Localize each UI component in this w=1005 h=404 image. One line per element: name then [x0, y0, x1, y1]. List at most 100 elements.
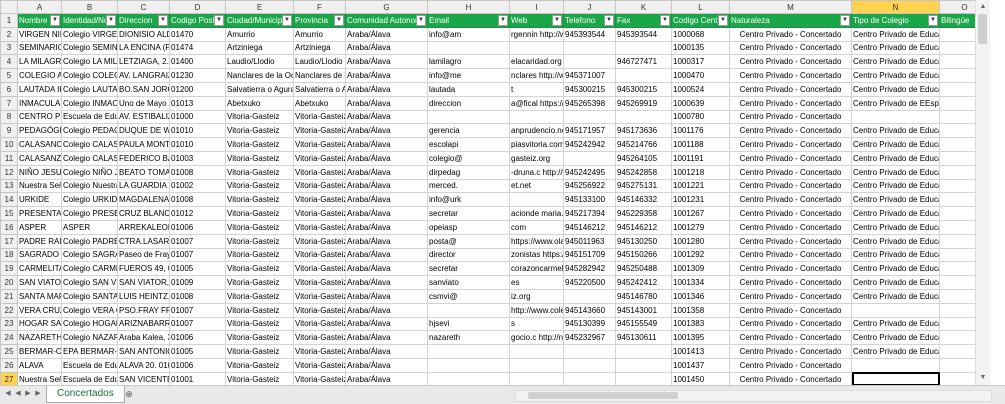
table-cell[interactable]: Uno de Mayo P	[117, 95, 170, 111]
table-cell[interactable]: 1001395	[671, 330, 730, 346]
header-cell-a[interactable]: Nombre ▼	[17, 13, 62, 28]
table-cell[interactable]: secretar	[427, 261, 510, 277]
table-cell[interactable]: Vitoria-Gasteiz	[225, 261, 294, 277]
table-cell[interactable]: Vitoria-Gasteiz	[225, 302, 294, 318]
column-header-l[interactable]: L	[671, 0, 730, 14]
table-cell[interactable]: LUIS HEINTZ, 5	[117, 288, 170, 304]
table-cell[interactable]: 01008	[169, 288, 226, 304]
table-cell[interactable]: PRESENTACION	[17, 206, 62, 221]
table-cell[interactable]: Centro Privado de Educació	[851, 40, 940, 56]
row-number[interactable]: 12	[0, 164, 18, 180]
table-cell[interactable]: 01006	[169, 357, 226, 373]
table-cell[interactable]: 945146332	[615, 192, 672, 208]
table-cell[interactable]: Colegio LAUTADA I	[61, 81, 118, 97]
table-cell[interactable]: 945256922	[563, 178, 616, 194]
add-sheet-icon[interactable]: ⊕	[122, 388, 136, 400]
table-cell[interactable]: Escuela de Educaci	[61, 357, 118, 373]
filter-dropdown-icon[interactable]: ▼	[106, 15, 116, 26]
table-cell[interactable]: 1000135	[671, 40, 730, 56]
table-cell[interactable]: SEMINARIO MAYOR	[17, 40, 62, 56]
table-cell[interactable]: ALAVA	[17, 357, 62, 373]
table-cell[interactable]: 945011963	[563, 233, 616, 249]
table-cell[interactable]: PEDAGÓGICA	[17, 123, 62, 139]
table-cell[interactable]: 01013	[169, 95, 226, 111]
table-cell[interactable]: Vitoria-Gasteiz	[225, 164, 294, 180]
table-cell[interactable]: elacaridad.org	[509, 54, 564, 70]
table-cell[interactable]: Vitoria-Gasteiz	[225, 357, 294, 373]
table-cell[interactable]: Vitoria-Gasteiz	[293, 302, 346, 318]
table-cell[interactable]: 945130250	[615, 233, 672, 249]
table-cell[interactable]: SAGRADO CORAZON	[17, 247, 62, 263]
prev-sheet-icon[interactable]: ◀	[14, 389, 22, 399]
table-cell[interactable]: piasvitoria.com	[509, 137, 564, 152]
table-cell[interactable]: hjsevi	[427, 316, 510, 332]
table-cell[interactable]: Araba/Álava	[345, 81, 428, 97]
table-cell[interactable]	[563, 109, 616, 125]
table-cell[interactable]: 1000317	[671, 54, 730, 70]
table-cell[interactable]: Nuestra Señora	[17, 178, 62, 194]
table-cell[interactable]: Araba/Álava	[345, 288, 428, 304]
table-cell[interactable]: Colegio PEDAGÓGI	[61, 123, 118, 139]
table-cell[interactable]: 945371007	[563, 68, 616, 83]
table-cell[interactable]: 1000639	[671, 95, 730, 111]
select-all-corner[interactable]	[0, 0, 18, 14]
table-cell[interactable]: -druna.c http://www.njes	[509, 164, 564, 180]
table-cell[interactable]: Centro Privado - Concertado	[729, 247, 852, 263]
row-number[interactable]: 21	[0, 288, 18, 304]
table-cell[interactable]	[851, 109, 940, 125]
table-cell[interactable]: Centro Privado - Concertado	[729, 302, 852, 318]
column-header-b[interactable]: B	[61, 0, 118, 14]
table-cell[interactable]: 945242942	[563, 137, 616, 152]
table-cell[interactable]: et.net	[509, 178, 564, 194]
table-cell[interactable]	[509, 40, 564, 56]
table-cell[interactable]: Araba/Álava	[345, 219, 428, 235]
table-cell[interactable]: csmvi@	[427, 288, 510, 304]
column-header-c[interactable]: C	[117, 0, 170, 14]
filter-dropdown-icon[interactable]: ▼	[282, 15, 292, 26]
table-cell[interactable]: Centro Privado - Concertado	[729, 219, 852, 235]
table-cell[interactable]: Vitoria-Gasteiz	[293, 357, 346, 373]
table-cell[interactable]: Centro Privado - Concertado	[729, 137, 852, 152]
table-cell[interactable]: AV. ESTIBALIZ	[117, 109, 170, 125]
table-cell[interactable]: Araba/Álava	[345, 330, 428, 346]
header-cell-b[interactable]: Identidad/Nombre▼	[61, 13, 118, 28]
table-cell[interactable]: 945146212	[563, 219, 616, 235]
table-cell[interactable]: Vitoria-Gasteiz	[225, 219, 294, 235]
table-cell[interactable]: Vitoria-Gasteiz	[293, 192, 346, 208]
row-number[interactable]: 8	[0, 109, 18, 125]
scroll-up-icon[interactable]: ▲	[978, 2, 988, 12]
table-cell[interactable]	[563, 371, 616, 385]
table-cell[interactable]: anprudencio.net	[509, 123, 564, 139]
table-cell[interactable]	[851, 371, 940, 385]
table-cell[interactable]: 01002	[169, 178, 226, 194]
table-cell[interactable]: 1001346	[671, 288, 730, 304]
table-cell[interactable]: lautada	[427, 81, 510, 97]
table-cell[interactable]: 945171957	[563, 123, 616, 139]
table-cell[interactable]: Vitoria-Gasteiz	[293, 247, 346, 263]
table-cell[interactable]: Araba/Álava	[345, 109, 428, 125]
table-cell[interactable]: 1001176	[671, 123, 730, 139]
table-cell[interactable]: 945133100	[563, 192, 616, 208]
table-cell[interactable]: Araba/Álava	[345, 206, 428, 221]
table-cell[interactable]: Colegio CALASANC	[61, 137, 118, 152]
table-cell[interactable]: t	[509, 81, 564, 97]
table-cell[interactable]: Artziniega	[225, 40, 294, 56]
table-cell[interactable]: SANTA MARIA	[17, 288, 62, 304]
table-cell[interactable]: Centro Privado - Concertado	[729, 40, 852, 56]
vertical-scrollbar[interactable]: ▲ ▼	[975, 0, 990, 385]
row-number[interactable]: 5	[0, 68, 18, 83]
table-cell[interactable]: 1001309	[671, 261, 730, 277]
table-cell[interactable]: corazoncarmelitas.com	[509, 261, 564, 277]
table-cell[interactable]: MAGDALENA,	[117, 192, 170, 208]
table-cell[interactable]: NAZARETH	[17, 330, 62, 346]
table-cell[interactable]: Colegio PADRE RAII	[61, 233, 118, 249]
table-cell[interactable]: Centro Privado - Concertado	[729, 344, 852, 359]
table-cell[interactable]: Araba/Álava	[345, 95, 428, 111]
table-cell[interactable]: ASPER	[17, 219, 62, 235]
row-number[interactable]: 16	[0, 219, 18, 235]
column-header-j[interactable]: J	[563, 0, 616, 14]
table-cell[interactable]	[509, 371, 564, 385]
table-cell[interactable]: Centro Privado - Concertado	[729, 54, 852, 70]
table-cell[interactable]: Salvatierra o Agurai	[225, 81, 294, 97]
table-cell[interactable]: Vitoria-Gasteiz	[293, 330, 346, 346]
